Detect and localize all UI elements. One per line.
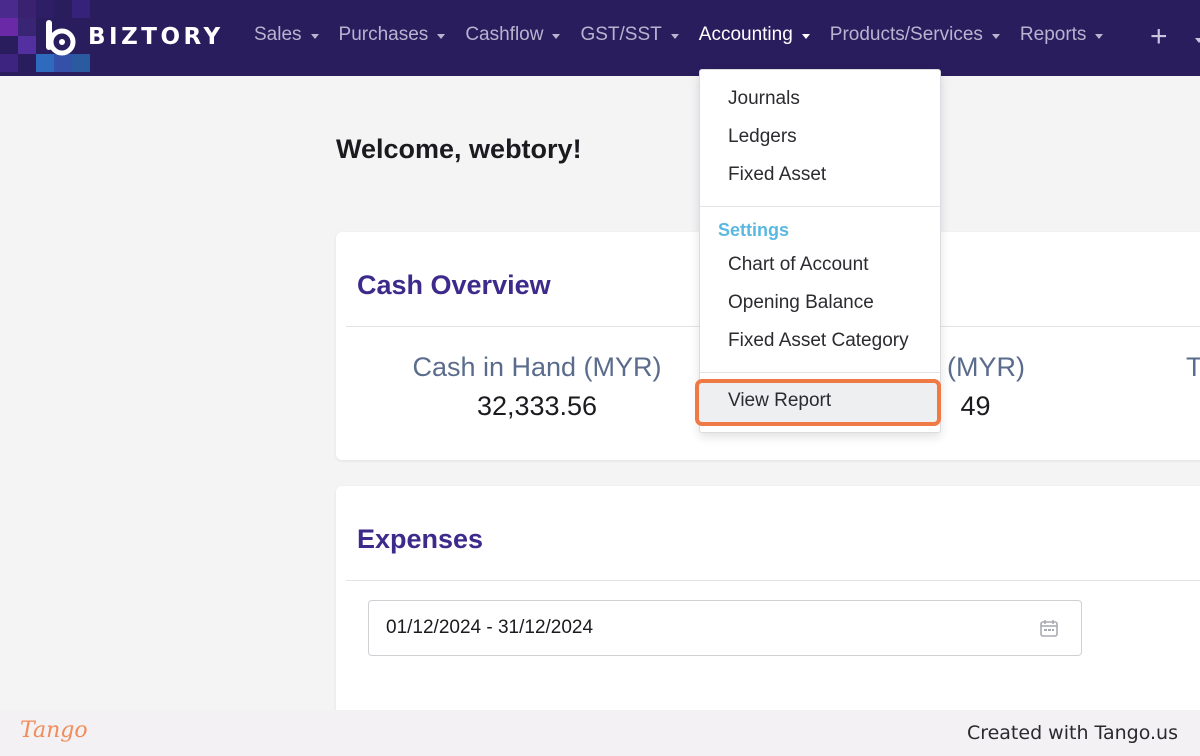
plus-icon[interactable]: + <box>1150 22 1168 52</box>
date-range-input[interactable]: 01/12/2024 - 31/12/2024 <box>368 600 1082 656</box>
menu-divider <box>700 206 940 207</box>
caret-down-icon <box>991 33 1000 39</box>
menu-item-chart-of-account[interactable]: Chart of Account <box>728 254 868 276</box>
stat-label: T <box>1186 352 1200 382</box>
caret-down-icon <box>437 33 446 39</box>
expenses-card: Expenses 01/12/2024 - 31/12/2024 <box>336 486 1200 726</box>
welcome-heading: Welcome, webtory! <box>336 134 582 164</box>
menu-item-ledgers[interactable]: Ledgers <box>728 126 797 148</box>
stat-total: T <box>1186 352 1200 383</box>
caret-down-icon <box>310 33 319 39</box>
caret-down-icon <box>1095 33 1104 39</box>
menu-item-view-report[interactable]: View Report <box>728 390 831 412</box>
menu-item-opening-balance[interactable]: Opening Balance <box>728 292 874 314</box>
nav-gst-sst[interactable]: GST/SST <box>580 24 679 46</box>
menu-section-settings: Settings <box>718 220 790 240</box>
nav-sales[interactable]: Sales <box>254 24 319 46</box>
nav-purchases[interactable]: Purchases <box>339 24 446 46</box>
menu-item-fixed-asset[interactable]: Fixed Asset <box>728 164 826 186</box>
calendar-icon[interactable] <box>1039 618 1059 638</box>
tango-logo: Tango <box>20 718 88 743</box>
main-nav: Sales Purchases Cashflow GST/SST Account… <box>254 24 1123 46</box>
caret-down-icon <box>670 33 679 39</box>
expenses-title: Expenses <box>357 524 484 554</box>
brand-logo[interactable]: BIZTORY <box>44 18 224 56</box>
accounting-dropdown-menu: Journals Ledgers Fixed Asset Settings Ch… <box>695 69 941 433</box>
main-content: Welcome, webtory! Cash Overview Cash in … <box>0 76 1200 726</box>
caret-down-icon <box>801 33 810 39</box>
caret-down-icon[interactable] <box>1195 38 1200 43</box>
caret-down-icon <box>552 33 561 39</box>
nav-products-services[interactable]: Products/Services <box>830 24 1000 46</box>
stat-cash-in-hand: Cash in Hand (MYR) 32,333.56 <box>402 352 672 422</box>
stat-value: 32,333.56 <box>476 391 598 421</box>
divider <box>346 580 1200 581</box>
menu-item-journals[interactable]: Journals <box>728 88 800 110</box>
top-navbar: BIZTORY Sales Purchases Cashflow GST/SST… <box>0 0 1200 76</box>
nav-cashflow[interactable]: Cashflow <box>465 24 561 46</box>
biztory-logo-icon <box>44 18 78 56</box>
tango-footer: Tango Created with Tango.us <box>0 710 1200 756</box>
stat-label: Cash in Hand (MYR) <box>412 352 662 382</box>
nav-reports[interactable]: Reports <box>1020 24 1104 46</box>
nav-accounting[interactable]: Accounting <box>699 24 810 46</box>
cash-overview-title: Cash Overview <box>357 270 551 300</box>
menu-item-fixed-asset-category[interactable]: Fixed Asset Category <box>728 330 909 352</box>
menu-divider <box>700 372 940 373</box>
date-range-value: 01/12/2024 - 31/12/2024 <box>386 617 594 638</box>
tango-credit: Created with Tango.us <box>966 722 1178 744</box>
brand-name: BIZTORY <box>88 24 224 50</box>
